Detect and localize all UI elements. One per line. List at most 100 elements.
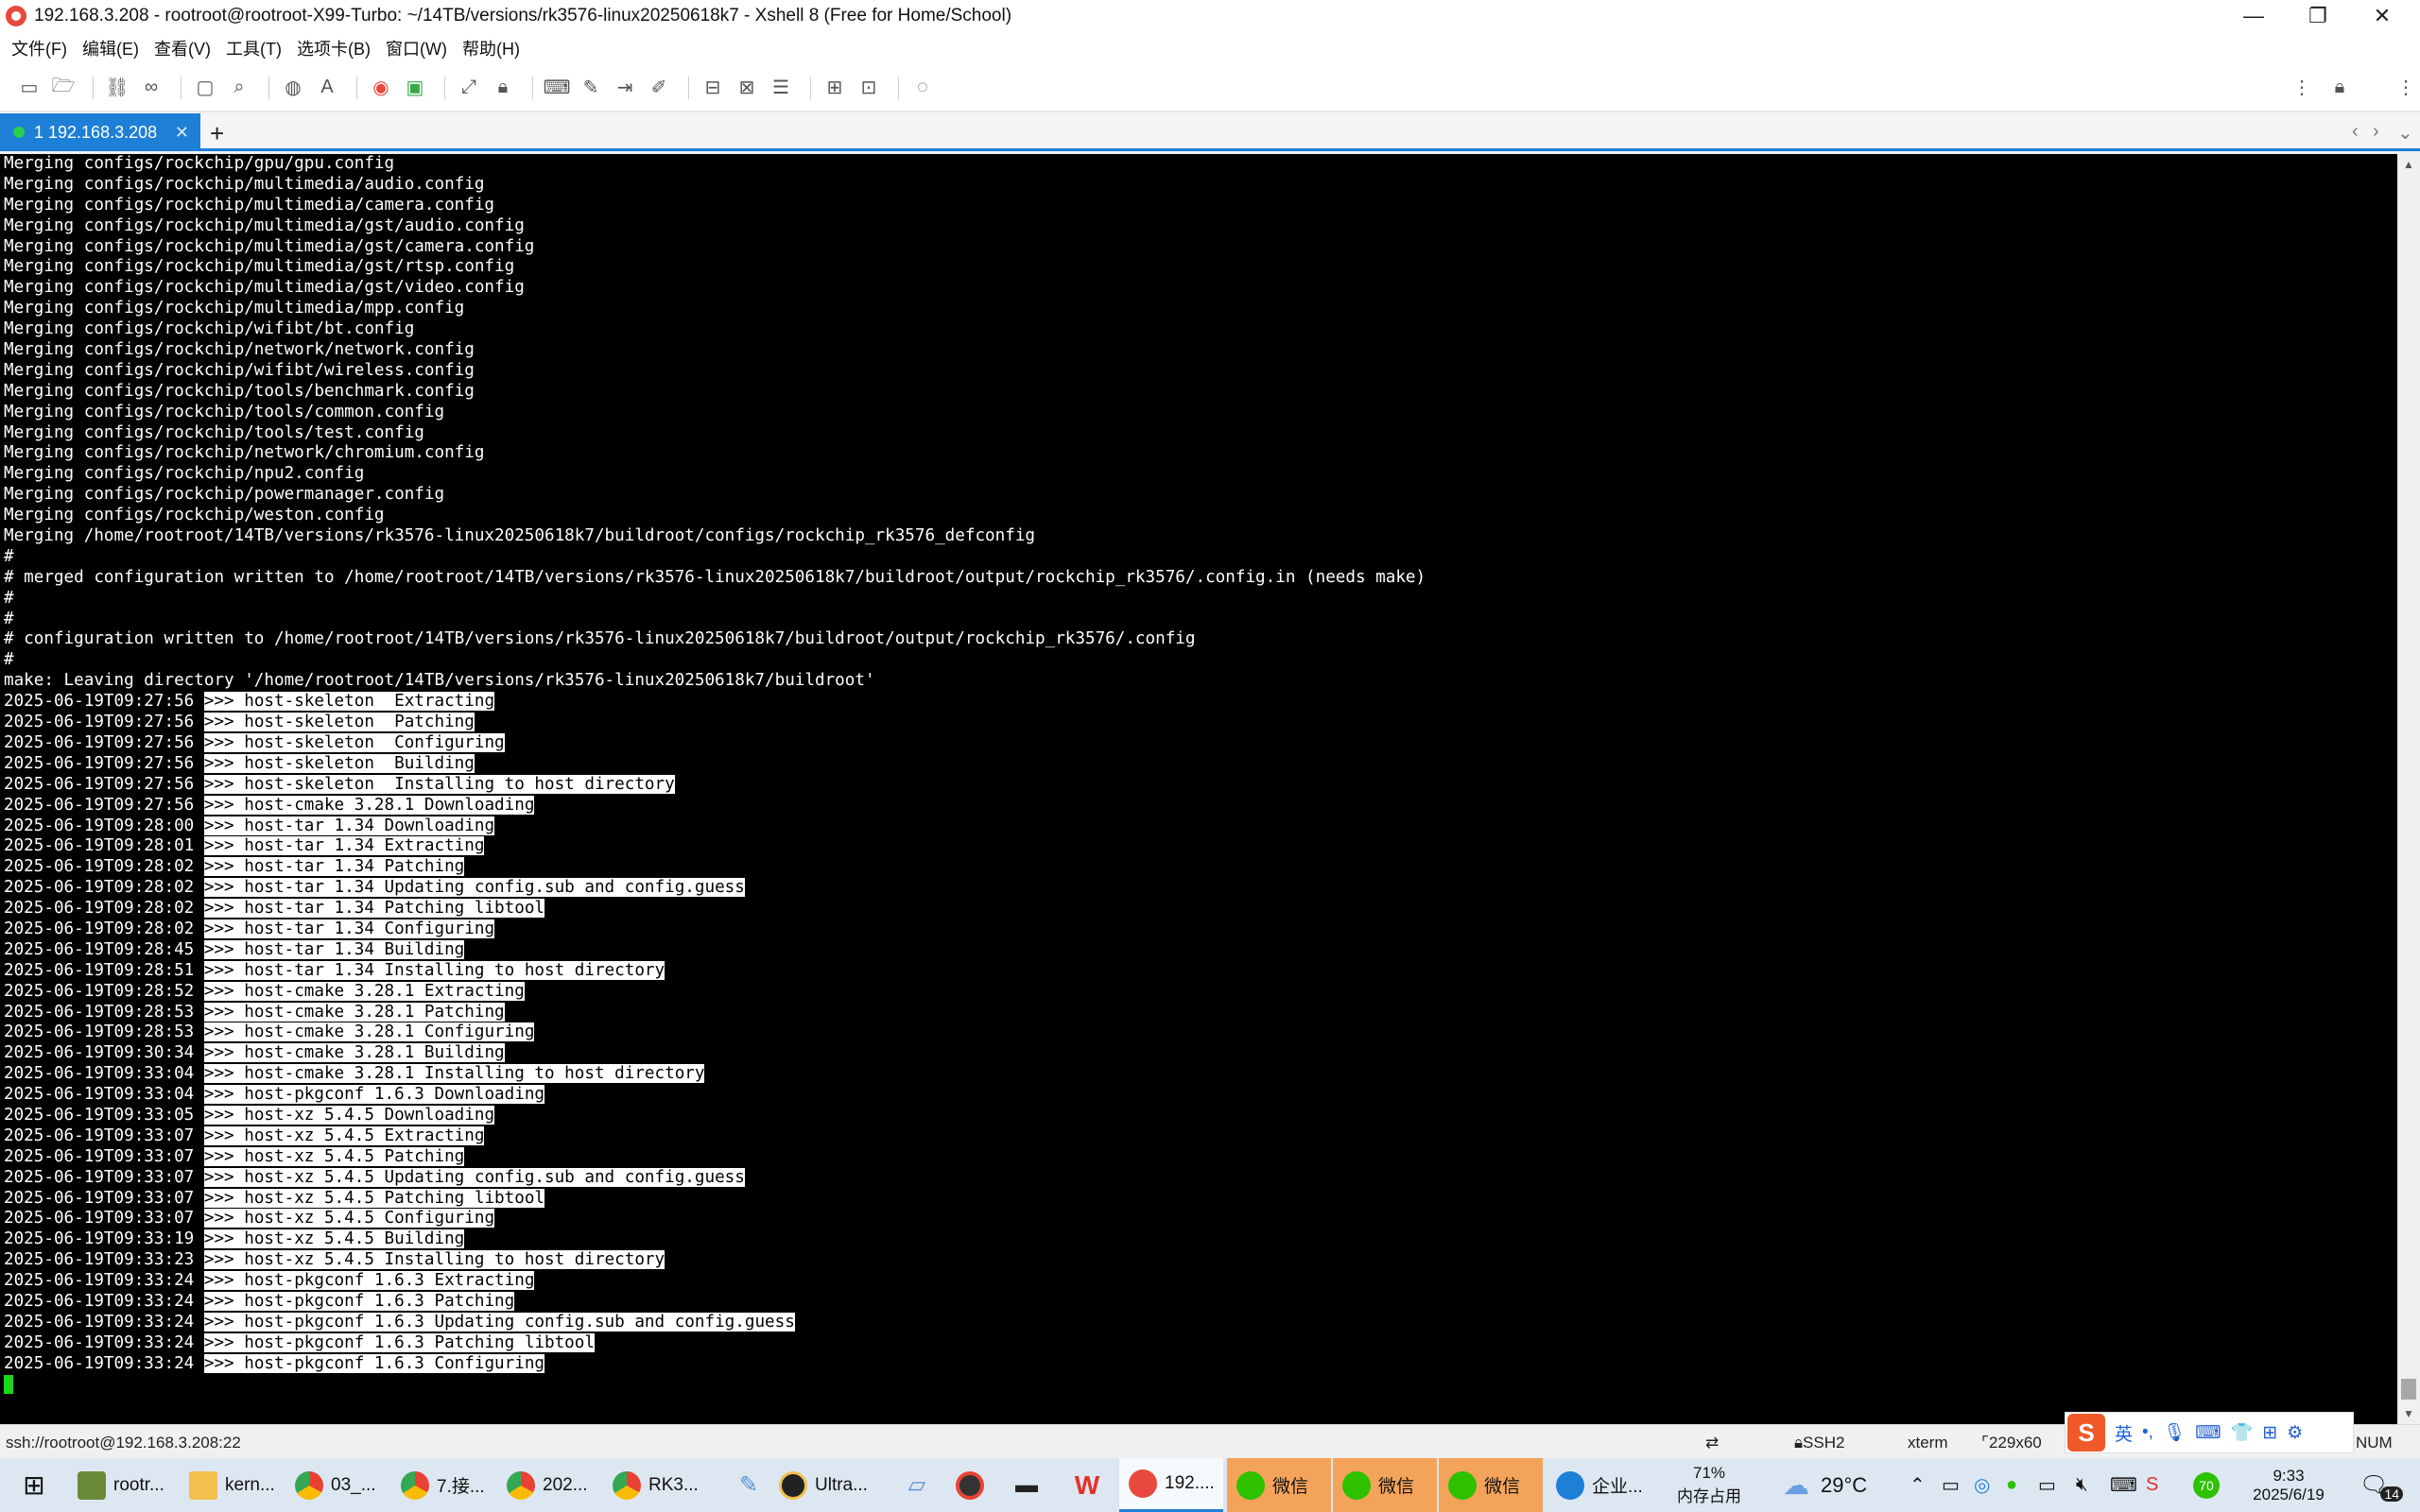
taskbar-item-folder[interactable]: kern...: [189, 1458, 291, 1512]
more-options-icon[interactable]: ⋮: [2288, 74, 2316, 102]
send-icon[interactable]: ⇥: [611, 74, 639, 102]
open-folder-icon[interactable]: 🗁: [49, 74, 78, 102]
terminal-line: # configuration written to /home/rootroo…: [0, 629, 2397, 650]
weather-temp: 29°C: [1821, 1472, 1868, 1497]
chat-icon[interactable]: ◌: [908, 74, 937, 102]
menu-tabs[interactable]: 选项卡(B): [297, 36, 371, 60]
terminal-line: 2025-06-19T09:33:07 >>> host-xz 5.4.5 Pa…: [0, 1146, 2397, 1168]
menu-tools[interactable]: 工具(T): [226, 36, 282, 60]
scrollbar-thumb[interactable]: [2401, 1379, 2416, 1400]
terminal-scrollbar[interactable]: ▲ ▼: [2397, 154, 2420, 1424]
log-timestamp: 2025-06-19T09:33:04: [4, 1064, 195, 1084]
padlock-icon[interactable]: 🔒︎: [2325, 74, 2354, 102]
battery-icon[interactable]: ▭: [1942, 1458, 1960, 1512]
minimize-button[interactable]: —: [2221, 0, 2286, 32]
taskbar-item-wecom[interactable]: 企业...: [1550, 1458, 1654, 1512]
notification-center-icon[interactable]: 🗨︎ 14: [2360, 1458, 2404, 1512]
taskbar-item-wechat-3[interactable]: 微信: [1439, 1458, 1543, 1512]
disconnect-icon[interactable]: ∞: [137, 74, 165, 102]
tray-chevron-icon[interactable]: ⌃: [1910, 1458, 1926, 1512]
taskbar-item-chrome-1[interactable]: 03_...: [295, 1458, 397, 1512]
keyboard-icon[interactable]: ⌨: [2195, 1422, 2221, 1444]
taskbar-item-chrome-3[interactable]: 202...: [507, 1458, 609, 1512]
taskbar-item-wechat-1[interactable]: 微信: [1227, 1458, 1331, 1512]
output-text: #: [4, 609, 14, 628]
taskbar-item-chrome-4[interactable]: RK3...: [613, 1458, 715, 1512]
search-icon[interactable]: ⌕: [225, 74, 253, 102]
start-icon[interactable]: ⊞: [13, 1458, 55, 1512]
tab-close-icon[interactable]: ✕: [175, 123, 189, 143]
taskbar-item-terminal[interactable]: rootr...: [78, 1458, 180, 1512]
chrome-icon: [507, 1470, 535, 1500]
xshell-icon[interactable]: ◉: [367, 74, 395, 102]
microphone-icon[interactable]: 🎙: [2163, 1421, 2186, 1444]
output-text: Merging configs/rockchip/powermanager.co…: [4, 485, 445, 505]
notepad-icon[interactable]: ▱: [896, 1458, 938, 1512]
log-timestamp: 2025-06-19T09:33:24: [4, 1312, 195, 1332]
obs-icon[interactable]: [949, 1458, 991, 1512]
protocol-status: 🔒︎SSH2: [1794, 1434, 1845, 1452]
pen-app-icon[interactable]: ✎: [728, 1458, 769, 1512]
tab-menu-icon[interactable]: ⌄: [2397, 121, 2413, 145]
tab-prev-icon[interactable]: ‹: [2352, 121, 2359, 143]
log-icon[interactable]: ⊠: [733, 74, 761, 102]
sogou-tray-icon[interactable]: S: [2146, 1458, 2158, 1512]
close-button[interactable]: ✕: [2350, 0, 2414, 32]
menu-view[interactable]: 查看(V): [154, 36, 211, 60]
terminal-line: 2025-06-19T09:33:24 >>> host-pkgconf 1.6…: [0, 1271, 2397, 1292]
new-tab-icon[interactable]: ⊞: [821, 74, 849, 102]
copy-screen-icon[interactable]: ▢: [191, 74, 219, 102]
sync-icon[interactable]: ◎: [1974, 1458, 1990, 1512]
menu-file[interactable]: 文件(F): [11, 36, 67, 60]
memory-usage[interactable]: 71% 内存占用: [1673, 1458, 1745, 1512]
taskbar-item-wechat-2[interactable]: 微信: [1333, 1458, 1437, 1512]
volume-muted-icon[interactable]: 🔇︎: [2076, 1458, 2088, 1512]
menu-window[interactable]: 窗口(W): [386, 36, 447, 60]
skin-icon[interactable]: 👕: [2231, 1421, 2254, 1444]
scroll-down-icon[interactable]: ▼: [2403, 1407, 2414, 1420]
wechat-tray-icon[interactable]: ●: [2006, 1458, 2017, 1512]
weather-widget[interactable]: ☁ 29°C: [1783, 1458, 1867, 1512]
terminal-output[interactable]: Merging configs/rockchip/gpu/gpu.config M…: [0, 154, 2397, 1424]
globe-icon[interactable]: ◍: [279, 74, 307, 102]
ime-tray-icon[interactable]: ⌨: [2110, 1458, 2137, 1512]
font-icon[interactable]: A: [313, 74, 341, 102]
new-session-icon[interactable]: ▭: [15, 74, 43, 102]
terminal-line: 2025-06-19T09:33:24 >>> host-pkgconf 1.6…: [0, 1332, 2397, 1354]
ime-toolbar[interactable]: S 英 •, 🎙 ⌨ 👕 ⊞ ⚙: [2065, 1412, 2354, 1453]
maximize-button[interactable]: ❐: [2286, 0, 2350, 32]
apps-grid-icon[interactable]: ⊞: [2262, 1422, 2277, 1444]
script-icon[interactable]: ✐: [645, 74, 673, 102]
connect-icon[interactable]: ⛓: [103, 74, 131, 102]
log-timestamp: 2025-06-19T09:28:01: [4, 836, 195, 856]
tunnel-icon[interactable]: ⊟: [699, 74, 727, 102]
taskbar-item-xshell[interactable]: 192....: [1119, 1458, 1223, 1512]
wps-icon[interactable]: W: [1066, 1458, 1108, 1512]
lock-icon[interactable]: 🔒︎: [489, 74, 517, 102]
add-tab-icon[interactable]: +: [210, 119, 224, 148]
notes-icon[interactable]: ☰: [767, 74, 795, 102]
tab-session[interactable]: 1 192.168.3.208 ✕: [0, 113, 200, 151]
taskbar-item-ultraedit[interactable]: Ultra...: [779, 1458, 889, 1512]
menu-edit[interactable]: 编辑(E): [82, 36, 139, 60]
output-text: Merging configs/rockchip/wifibt/bt.confi…: [4, 319, 415, 339]
tab-next-icon[interactable]: ›: [2373, 121, 2379, 143]
xftp-icon[interactable]: ▣: [401, 74, 429, 102]
network-icon[interactable]: ▭: [2038, 1458, 2056, 1512]
fullscreen-icon[interactable]: ⤢: [455, 74, 483, 102]
prompt-line[interactable]: [0, 1374, 2397, 1396]
ime-settings-icon[interactable]: ⚙: [2287, 1422, 2303, 1444]
taskbar-item-chrome-2[interactable]: 7.接...: [401, 1458, 503, 1512]
menu-help[interactable]: 帮助(H): [462, 36, 520, 60]
toolbar-overflow-icon[interactable]: ⋮: [2392, 74, 2420, 102]
output-text: # merged configuration written to /home/…: [4, 567, 1426, 587]
ime-punct[interactable]: •,: [2142, 1422, 2153, 1443]
security-badge[interactable]: 70: [2193, 1458, 2220, 1512]
keyboard-icon[interactable]: ⌨: [543, 74, 571, 102]
clock[interactable]: 9:33 2025/6/19: [2246, 1458, 2331, 1512]
scroll-up-icon[interactable]: ▲: [2403, 158, 2414, 171]
compose-icon[interactable]: ✎: [577, 74, 605, 102]
ime-mode[interactable]: 英: [2115, 1420, 2133, 1446]
layout-icon[interactable]: ⊡: [855, 74, 883, 102]
cmd-icon[interactable]: ▬: [1006, 1458, 1047, 1512]
